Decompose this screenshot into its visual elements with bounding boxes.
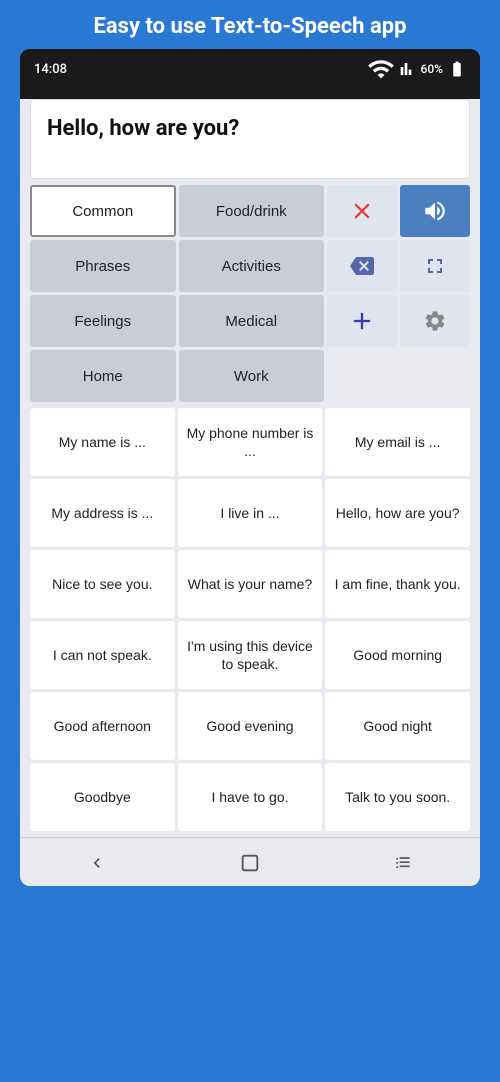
nav-back[interactable] <box>77 848 117 878</box>
header-title: Easy to use Text-to-Speech app <box>94 14 407 39</box>
app-header: Easy to use Text-to-Speech app <box>0 0 500 49</box>
phrase-grid: My name is ... My phone number is ... My… <box>30 408 470 831</box>
phrase-btn-5[interactable]: Hello, how are you? <box>325 479 470 547</box>
phrase-btn-0[interactable]: My name is ... <box>30 408 175 476</box>
phrase-btn-16[interactable]: I have to go. <box>178 763 323 831</box>
nav-recent[interactable] <box>383 848 423 878</box>
category-home[interactable]: Home <box>30 350 176 402</box>
clear-button[interactable] <box>327 185 397 237</box>
status-time: 14:08 <box>34 62 67 77</box>
delete-button[interactable] <box>327 240 397 292</box>
phrase-btn-14[interactable]: Good night <box>325 692 470 760</box>
phone-frame: 14:08 60% Hello, how are you? <box>20 49 480 886</box>
speak-button[interactable] <box>400 185 470 237</box>
recent-icon <box>393 853 413 873</box>
battery-level: 60% <box>421 62 443 76</box>
gear-icon <box>423 309 447 333</box>
backspace-icon <box>350 254 374 278</box>
tts-text: Hello, how are you? <box>47 116 239 141</box>
phrase-btn-10[interactable]: I'm using this device to speak. <box>178 621 323 689</box>
phrase-btn-1[interactable]: My phone number is ... <box>178 408 323 476</box>
expand-button[interactable] <box>400 240 470 292</box>
settings-button[interactable] <box>400 295 470 347</box>
signal-icon <box>400 61 416 77</box>
text-display[interactable]: Hello, how are you? <box>30 99 470 179</box>
category-activities[interactable]: Activities <box>179 240 325 292</box>
category-phrases[interactable]: Phrases <box>30 240 176 292</box>
home-icon <box>239 852 261 874</box>
category-grid: Common Food/drink Phrases Activit <box>30 185 470 402</box>
category-feelings[interactable]: Feelings <box>30 295 176 347</box>
phrase-btn-3[interactable]: My address is ... <box>30 479 175 547</box>
phrase-btn-17[interactable]: Talk to you soon. <box>325 763 470 831</box>
close-icon <box>349 198 375 224</box>
phrase-btn-11[interactable]: Good morning <box>325 621 470 689</box>
phrase-btn-2[interactable]: My email is ... <box>325 408 470 476</box>
category-food[interactable]: Food/drink <box>179 185 325 237</box>
phrase-btn-9[interactable]: I can not speak. <box>30 621 175 689</box>
wifi-icon <box>367 55 395 83</box>
add-button[interactable] <box>327 295 397 347</box>
category-medical[interactable]: Medical <box>179 295 325 347</box>
bottom-nav <box>20 837 480 886</box>
phrase-btn-4[interactable]: I live in ... <box>178 479 323 547</box>
status-bar: 14:08 60% <box>20 49 480 89</box>
phrase-btn-8[interactable]: I am fine, thank you. <box>325 550 470 618</box>
add-icon <box>348 307 376 335</box>
speaker-icon <box>422 198 448 224</box>
back-icon <box>87 853 107 873</box>
category-work[interactable]: Work <box>179 350 325 402</box>
fullscreen-icon <box>423 254 447 278</box>
app-body: Hello, how are you? Common Food/drink <box>20 99 480 886</box>
nav-home[interactable] <box>230 848 270 878</box>
phrase-btn-6[interactable]: Nice to see you. <box>30 550 175 618</box>
phrase-btn-7[interactable]: What is your name? <box>178 550 323 618</box>
phrase-btn-12[interactable]: Good afternoon <box>30 692 175 760</box>
phrase-btn-13[interactable]: Good evening <box>178 692 323 760</box>
status-right: 60% <box>367 55 466 83</box>
phrase-btn-15[interactable]: Goodbye <box>30 763 175 831</box>
battery-icon <box>448 60 466 78</box>
category-common[interactable]: Common <box>30 185 176 237</box>
